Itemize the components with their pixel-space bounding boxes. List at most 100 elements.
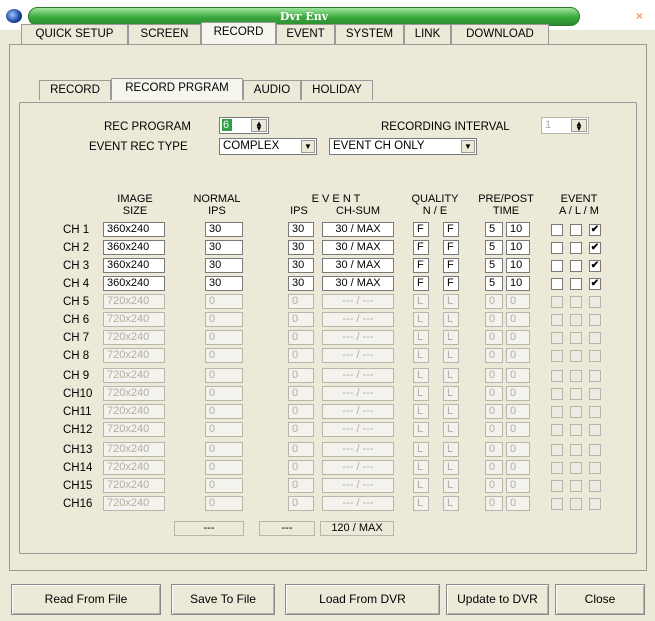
- motion-checkbox[interactable]: ✔: [589, 242, 601, 254]
- pre-time-field[interactable]: 0: [485, 404, 503, 419]
- quality-normal-field[interactable]: F: [413, 240, 429, 255]
- post-time-field[interactable]: 0: [506, 460, 530, 475]
- event-ips-field[interactable]: 30: [288, 276, 314, 291]
- alarm-checkbox[interactable]: [551, 406, 563, 418]
- normal-ips-field[interactable]: 30: [205, 240, 243, 255]
- post-time-field[interactable]: 0: [506, 496, 530, 511]
- post-time-field[interactable]: 0: [506, 404, 530, 419]
- motion-checkbox[interactable]: [589, 498, 601, 510]
- motion-checkbox[interactable]: [589, 406, 601, 418]
- quality-normal-field[interactable]: F: [413, 258, 429, 273]
- pre-time-field[interactable]: 0: [485, 496, 503, 511]
- alarm-checkbox[interactable]: [551, 462, 563, 474]
- alarm-checkbox[interactable]: [551, 224, 563, 236]
- read-from-file-button[interactable]: Read From File: [11, 584, 161, 615]
- tab-record[interactable]: RECORD: [201, 22, 276, 44]
- post-time-field[interactable]: 0: [506, 348, 530, 363]
- event-ips-field[interactable]: 0: [288, 442, 314, 457]
- quality-event-field[interactable]: L: [443, 496, 459, 511]
- quality-normal-field[interactable]: L: [413, 294, 429, 309]
- normal-ips-field[interactable]: 0: [205, 386, 243, 401]
- post-time-field[interactable]: 0: [506, 478, 530, 493]
- quality-normal-field[interactable]: L: [413, 386, 429, 401]
- dropdown-arrow-icon[interactable]: ▼: [301, 140, 315, 153]
- event-ips-field[interactable]: 0: [288, 312, 314, 327]
- alarm-checkbox[interactable]: [551, 370, 563, 382]
- image-size-field[interactable]: 720x240: [103, 348, 165, 363]
- normal-ips-field[interactable]: 0: [205, 312, 243, 327]
- event-rec-type-select[interactable]: COMPLEX ▼: [219, 138, 317, 155]
- event-ch-select[interactable]: EVENT CH ONLY ▼: [329, 138, 477, 155]
- normal-ips-field[interactable]: 0: [205, 294, 243, 309]
- pre-time-field[interactable]: 0: [485, 330, 503, 345]
- event-ips-field[interactable]: 0: [288, 460, 314, 475]
- alarm-checkbox[interactable]: [551, 332, 563, 344]
- quality-event-field[interactable]: L: [443, 404, 459, 419]
- event-ips-field[interactable]: 30: [288, 240, 314, 255]
- post-time-field[interactable]: 10: [506, 276, 530, 291]
- quality-normal-field[interactable]: L: [413, 422, 429, 437]
- motion-checkbox[interactable]: ✔: [589, 260, 601, 272]
- tab-link[interactable]: LINK: [404, 24, 451, 44]
- quality-event-field[interactable]: L: [443, 330, 459, 345]
- loss-checkbox[interactable]: [570, 444, 582, 456]
- quality-normal-field[interactable]: L: [413, 496, 429, 511]
- pre-time-field[interactable]: 5: [485, 222, 503, 237]
- recording-interval-spinner[interactable]: 1 ▲ ▼: [541, 117, 589, 134]
- quality-event-field[interactable]: L: [443, 348, 459, 363]
- quality-event-field[interactable]: L: [443, 368, 459, 383]
- image-size-field[interactable]: 720x240: [103, 330, 165, 345]
- save-to-file-button[interactable]: Save To File: [171, 584, 275, 615]
- motion-checkbox[interactable]: [589, 332, 601, 344]
- normal-ips-field[interactable]: 30: [205, 258, 243, 273]
- dropdown-arrow-icon[interactable]: ▼: [461, 140, 475, 153]
- quality-event-field[interactable]: F: [443, 258, 459, 273]
- subtab-record-program[interactable]: RECORD PRGRAM: [111, 78, 243, 100]
- image-size-field[interactable]: 720x240: [103, 422, 165, 437]
- motion-checkbox[interactable]: [589, 350, 601, 362]
- pre-time-field[interactable]: 0: [485, 294, 503, 309]
- pre-time-field[interactable]: 5: [485, 276, 503, 291]
- tab-quick-setup[interactable]: QUICK SETUP: [21, 24, 128, 44]
- loss-checkbox[interactable]: [570, 406, 582, 418]
- event-ips-field[interactable]: 30: [288, 258, 314, 273]
- rec-program-spinner[interactable]: 6 ▲ ▼: [219, 117, 269, 134]
- event-ips-field[interactable]: 0: [288, 422, 314, 437]
- quality-event-field[interactable]: L: [443, 294, 459, 309]
- image-size-field[interactable]: 720x240: [103, 478, 165, 493]
- loss-checkbox[interactable]: [570, 242, 582, 254]
- event-ips-field[interactable]: 0: [288, 496, 314, 511]
- image-size-field[interactable]: 360x240: [103, 222, 165, 237]
- normal-ips-field[interactable]: 0: [205, 496, 243, 511]
- motion-checkbox[interactable]: ✔: [589, 224, 601, 236]
- tab-screen[interactable]: SCREEN: [128, 24, 201, 44]
- event-ips-field[interactable]: 0: [288, 368, 314, 383]
- loss-checkbox[interactable]: [570, 388, 582, 400]
- motion-checkbox[interactable]: [589, 480, 601, 492]
- image-size-field[interactable]: 720x240: [103, 404, 165, 419]
- normal-ips-field[interactable]: 0: [205, 478, 243, 493]
- loss-checkbox[interactable]: [570, 260, 582, 272]
- pre-time-field[interactable]: 0: [485, 348, 503, 363]
- alarm-checkbox[interactable]: [551, 260, 563, 272]
- quality-event-field[interactable]: L: [443, 478, 459, 493]
- post-time-field[interactable]: 10: [506, 258, 530, 273]
- quality-normal-field[interactable]: L: [413, 404, 429, 419]
- post-time-field[interactable]: 10: [506, 240, 530, 255]
- quality-event-field[interactable]: L: [443, 460, 459, 475]
- subtab-holiday[interactable]: HOLIDAY: [301, 80, 373, 100]
- pre-time-field[interactable]: 0: [485, 442, 503, 457]
- motion-checkbox[interactable]: [589, 462, 601, 474]
- quality-event-field[interactable]: L: [443, 422, 459, 437]
- loss-checkbox[interactable]: [570, 462, 582, 474]
- normal-ips-field[interactable]: 0: [205, 330, 243, 345]
- image-size-field[interactable]: 720x240: [103, 496, 165, 511]
- quality-event-field[interactable]: L: [443, 442, 459, 457]
- spin-up-down-icon[interactable]: ▲ ▼: [571, 119, 587, 133]
- event-ips-field[interactable]: 0: [288, 404, 314, 419]
- motion-checkbox[interactable]: [589, 296, 601, 308]
- quality-event-field[interactable]: L: [443, 312, 459, 327]
- alarm-checkbox[interactable]: [551, 296, 563, 308]
- event-ips-field[interactable]: 0: [288, 478, 314, 493]
- quality-normal-field[interactable]: F: [413, 276, 429, 291]
